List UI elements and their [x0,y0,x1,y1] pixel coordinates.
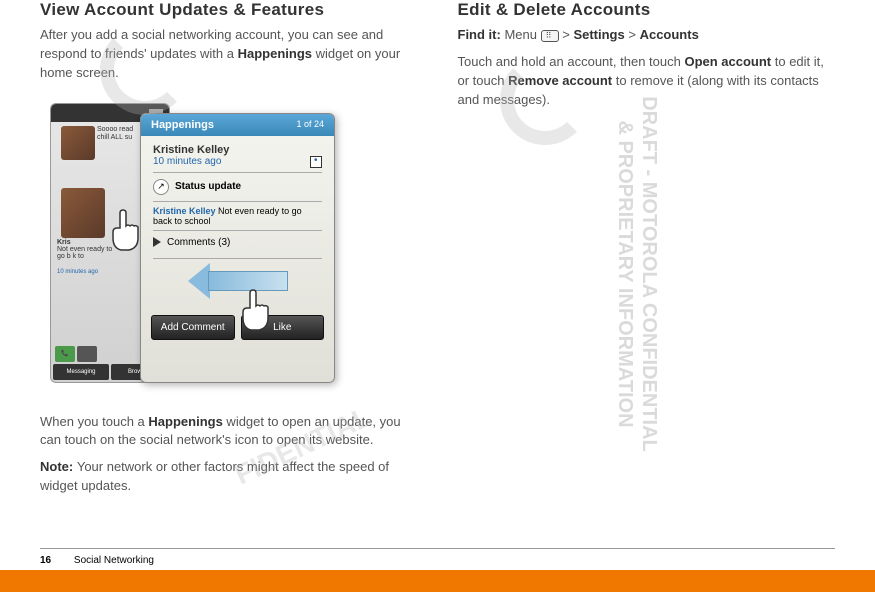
social-network-icon[interactable] [310,156,322,168]
left-column: View Account Updates & Features After yo… [40,0,418,540]
bg-card-time: 10 minutes ago [57,269,98,275]
status-content: Kristine Kelley Not even ready to go bac… [153,206,322,226]
avatar [61,188,105,238]
happenings-popup: Happenings 1 of 24 Kristine Kelley 10 mi… [140,113,335,383]
bottom-orange-bar [0,570,875,592]
touch-hand-icon [105,208,145,253]
menu-icon [541,30,559,42]
add-comment-button[interactable]: Add Comment [151,315,235,340]
popup-header: Happenings 1 of 24 [141,114,334,136]
left-para-2: When you touch a Happenings widget to op… [40,413,418,451]
page-footer: 16 Social Networking [0,548,875,566]
left-intro: After you add a social networking accoun… [40,26,418,83]
right-heading: Edit & Delete Accounts [458,0,836,20]
play-icon [153,237,161,247]
popup-person-name: Kristine Kelley [153,144,322,156]
avatar [61,126,95,160]
footer-section: Social Networking [74,555,154,566]
phone-apps-button[interactable] [77,346,97,362]
happenings-widget-figure: Soooo read chill ALL su Kris Not even re… [50,103,330,393]
popup-timestamp: 10 minutes ago [153,156,221,168]
touch-hand-icon [235,288,275,333]
dock-messaging-button[interactable]: Messaging [53,364,109,380]
popup-title: Happenings [151,119,214,131]
right-column: Edit & Delete Accounts Find it: Menu > S… [458,0,836,540]
bg-text-line: Soooo read [97,126,133,133]
left-note: Note: Your network or other factors migh… [40,458,418,496]
status-update-label: Status update [175,181,241,192]
bg-text-line: chill ALL su [97,134,132,141]
share-icon: ↗ [153,179,169,195]
comments-row[interactable]: Comments (3) [153,237,322,248]
bg-card-name: Kris Not even ready to go b k to [57,239,112,260]
popup-counter: 1 of 24 [296,119,324,131]
left-heading: View Account Updates & Features [40,0,418,20]
page-number: 16 [40,555,51,566]
find-it-path: Find it: Menu > Settings > Accounts [458,26,836,45]
right-para: Touch and hold an account, then touch Op… [458,53,836,110]
phone-call-button[interactable]: 📞 [55,346,75,362]
comments-count: Comments (3) [167,237,230,248]
